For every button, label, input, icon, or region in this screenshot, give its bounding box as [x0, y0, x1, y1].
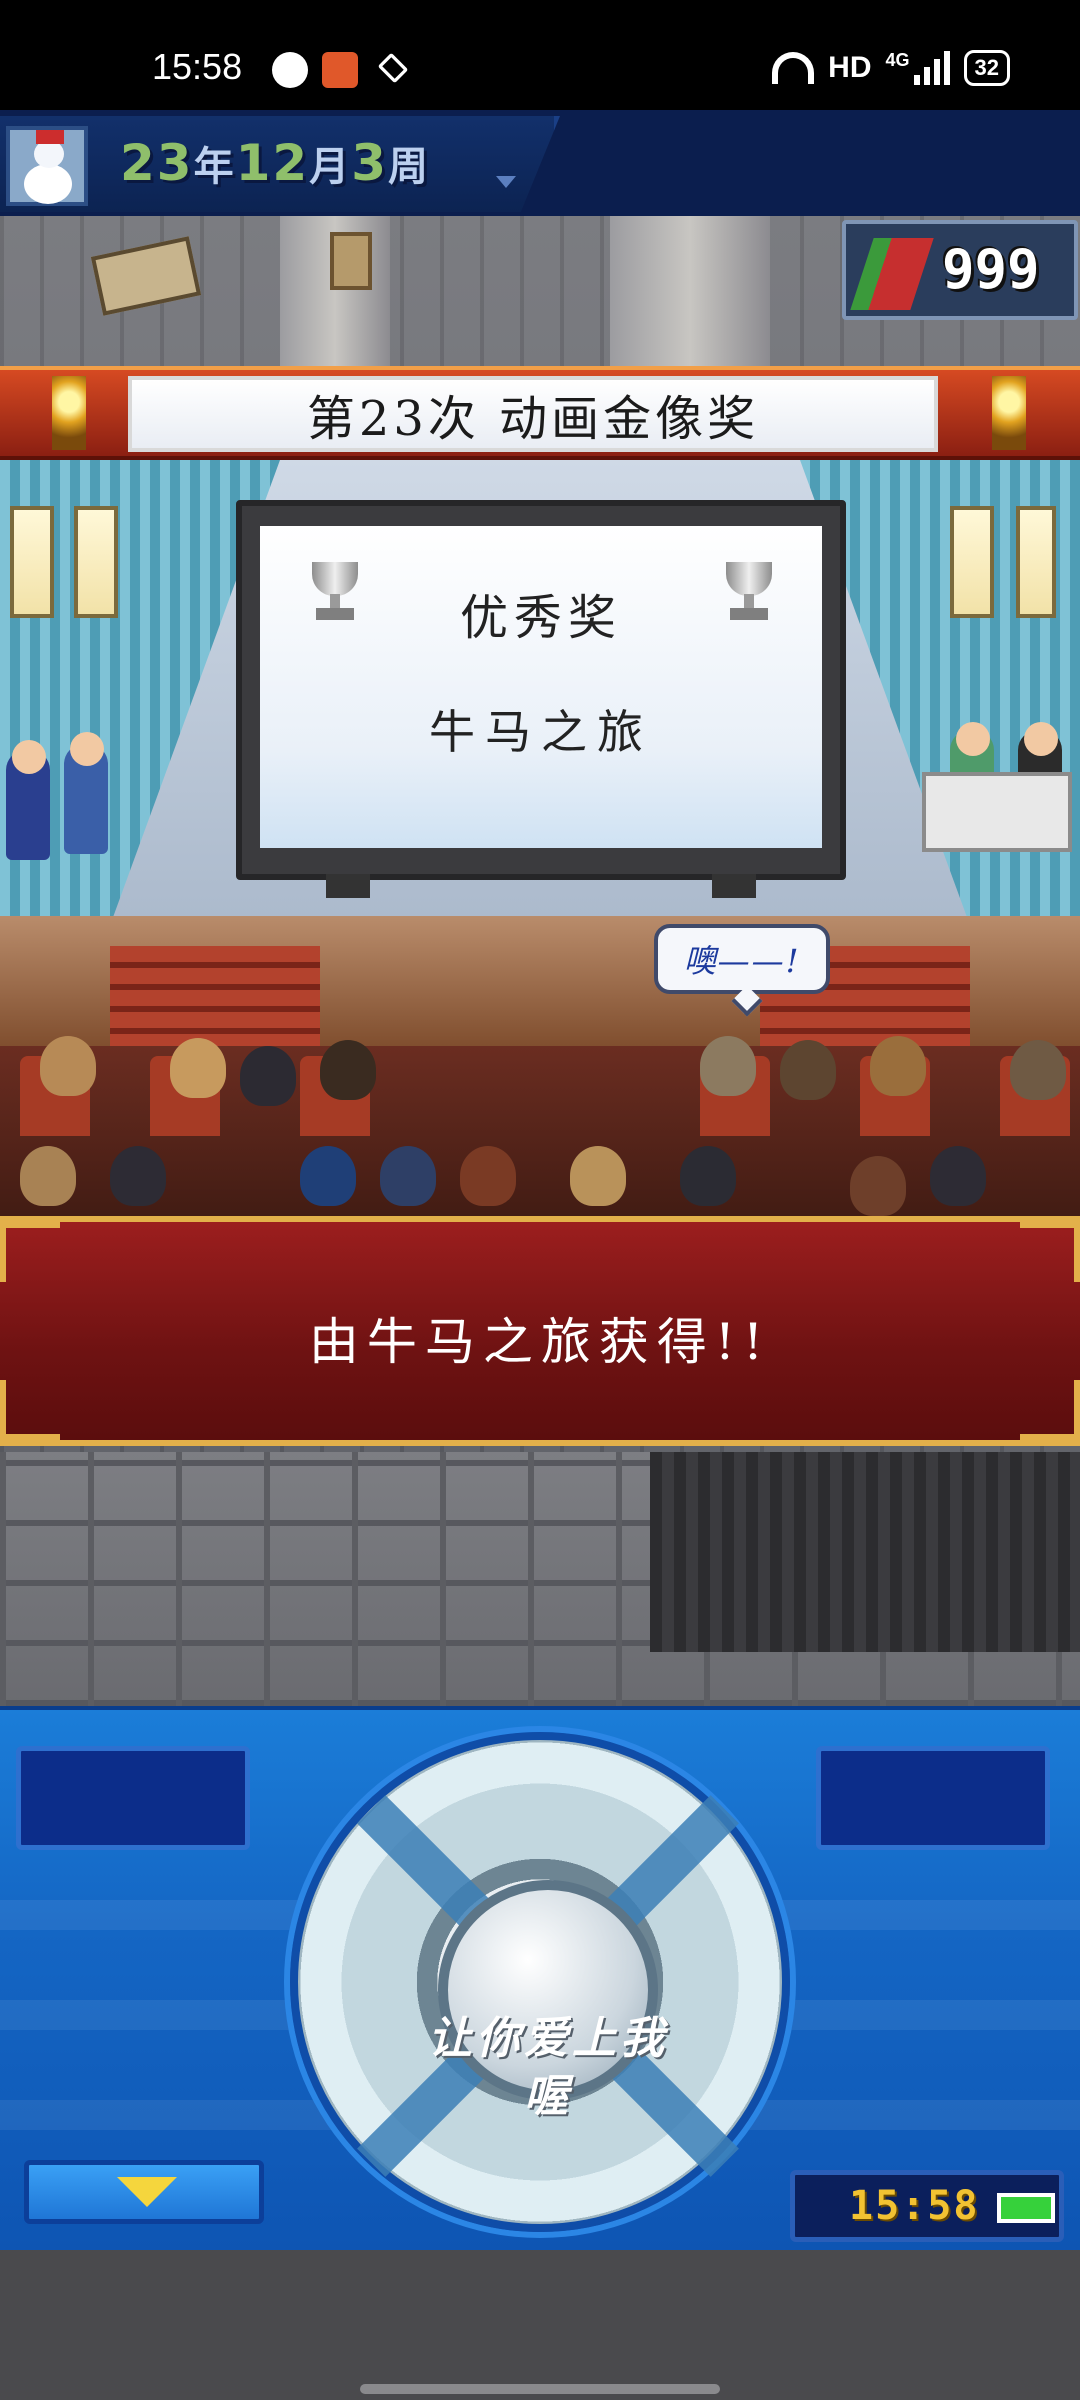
podium	[922, 772, 1072, 852]
system-nav-bar	[0, 2250, 1080, 2400]
date-panel[interactable]: 23年12月3周	[0, 116, 560, 212]
chevron-down-icon	[496, 176, 516, 188]
resource-counter[interactable]: 999	[842, 220, 1078, 320]
network-gen: 4G	[885, 50, 910, 70]
building-roof	[650, 1452, 1080, 1652]
books-icon	[850, 238, 934, 310]
game-clock: 15:58	[790, 2170, 1064, 2242]
app-icon	[322, 52, 358, 88]
date-year-unit: 年	[193, 144, 236, 190]
lamp	[74, 506, 118, 618]
stage: 优秀奖 牛马之旅	[0, 460, 1080, 980]
wall-frame	[330, 232, 372, 290]
game-scene[interactable]: 999 优秀奖 牛马之旅 噢——! 由牛马之旅获得!! 第23次 动画金像奖	[0, 216, 1080, 1706]
date-month: 12	[235, 134, 310, 192]
award-name: 优秀奖	[459, 590, 622, 646]
globe-icon	[272, 52, 308, 88]
right-shoulder-button[interactable]	[816, 1746, 1050, 1850]
controller-panel: 让你爱上我 喔 15:58	[0, 1706, 1080, 2250]
message-text: 由牛马之旅获得!!	[308, 1313, 772, 1371]
battery-level: 32	[974, 55, 999, 80]
speaker	[712, 874, 756, 898]
layers-icon	[377, 52, 409, 84]
clock-time: 15:58	[849, 2183, 980, 2229]
wifi-icon	[772, 52, 815, 84]
award-work-title: 牛马之旅	[429, 705, 653, 759]
status-time: 15:58	[152, 46, 243, 87]
control-wheel[interactable]: 让你爱上我 喔	[290, 1732, 790, 2232]
message-box[interactable]: 由牛马之旅获得!!	[0, 1216, 1080, 1446]
menu-down-button[interactable]	[24, 2160, 264, 2224]
lamp	[950, 506, 994, 618]
speaker	[326, 874, 370, 898]
date-week: 3	[351, 134, 388, 192]
torch-icon	[52, 376, 86, 450]
date-week-unit: 周	[387, 144, 430, 190]
game-date: 23年12月3周	[120, 134, 430, 192]
speech-bubble: 噢——!	[654, 924, 830, 994]
lamp	[10, 506, 54, 618]
stairs	[110, 946, 320, 1046]
signal-icon	[913, 51, 950, 85]
award-banner: 第23次 动画金像奖	[0, 366, 1080, 460]
award-banner-title: 第23次 动画金像奖	[306, 391, 760, 447]
torch-icon	[992, 376, 1026, 450]
date-year: 23	[120, 134, 194, 192]
pillar	[610, 216, 770, 376]
center-label: 让你爱上我 喔	[428, 2013, 668, 2122]
status-bar: 15:58 HD 4G 32	[0, 0, 1080, 110]
home-gesture-handle[interactable]	[360, 2384, 720, 2394]
speech-bubble-text: 噢——!	[683, 942, 801, 980]
snowman-icon	[6, 126, 88, 206]
battery-icon	[997, 2193, 1055, 2223]
award-screen: 优秀奖 牛马之旅	[236, 500, 846, 880]
lamp	[1016, 506, 1056, 618]
counter-value: 999	[942, 238, 1040, 301]
battery-icon: 32	[963, 50, 1010, 86]
date-month-unit: 月	[309, 144, 352, 190]
game-top-bar: 23年12月3周	[0, 110, 1080, 216]
left-shoulder-button[interactable]	[16, 1746, 250, 1850]
network-label: HD	[828, 51, 872, 84]
triangle-down-icon	[117, 2177, 177, 2207]
